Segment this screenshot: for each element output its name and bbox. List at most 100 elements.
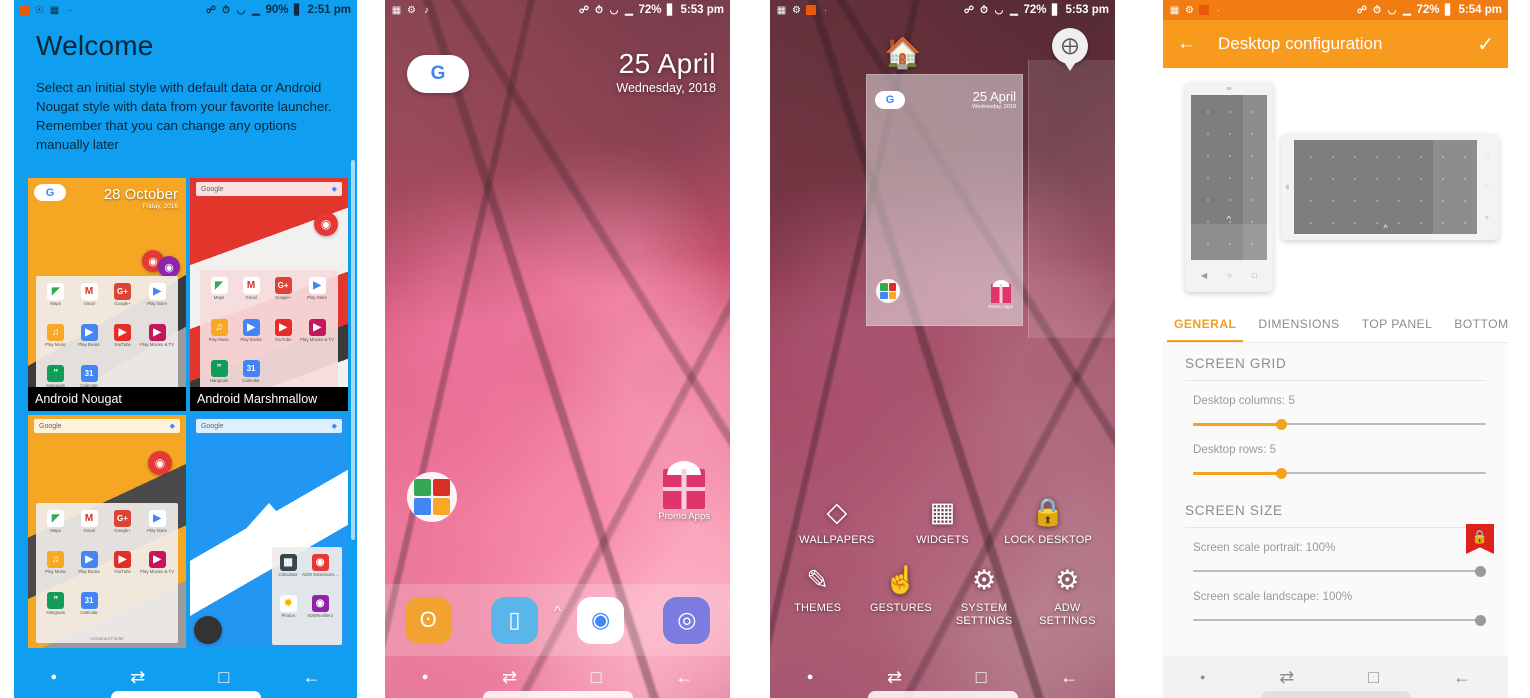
welcome-body: Select an initial style with default dat…	[36, 80, 332, 152]
screen-scale-portrait-slider[interactable]	[1193, 565, 1486, 577]
more-dots-icon: ··	[66, 5, 73, 15]
google-pill-icon: G	[34, 184, 66, 201]
desktop-columns-slider[interactable]	[1193, 418, 1486, 430]
gesture-pill	[482, 691, 633, 698]
google-g-icon: G	[430, 63, 446, 84]
date-widget[interactable]: 25 April Wednesday, 2018	[616, 48, 716, 95]
landscape-edge-margin	[1433, 140, 1477, 234]
home-square-icon[interactable]: □	[976, 668, 987, 686]
status-bar-1: ☉ ▦ ·· ☍ ⏱ ◡ ▁ 90% ▋ 2:51 pm	[14, 0, 357, 20]
alarm-icon: ⏱	[980, 4, 988, 16]
orange-square-icon	[806, 5, 816, 15]
slider-thumb[interactable]	[1475, 566, 1486, 577]
page-preview-card[interactable]: G 25 April Wednesday, 2018 Promo Apps	[866, 74, 1023, 326]
desktop-rows-slider[interactable]	[1193, 467, 1486, 479]
tab-bottom-panel[interactable]: BOTTOM PA	[1443, 306, 1508, 342]
recents-dot-icon[interactable]: ●	[1200, 672, 1205, 682]
quick-action-themes[interactable]: ✎ THEMES	[781, 561, 855, 615]
panel-homescreen: ▦ ⚙ ♪ ☍ ⏱ ◡ ▁ 72% ▋ 5:53 pm G 25 April W…	[385, 0, 730, 698]
chrome-icon[interactable]: ◉	[577, 596, 625, 644]
gmail-icon: M	[242, 277, 260, 294]
style-card-marshmallow[interactable]: Google ◆ ◉ ◤ Maps M Gmail G+ Google+ ▶ Play …	[190, 178, 348, 411]
promo-apps-shortcut[interactable]: Promo Apps	[658, 461, 710, 522]
recents-dot-icon[interactable]: ●	[51, 671, 58, 683]
set-home-button[interactable]: 🏠	[884, 36, 921, 71]
welcome-block: Welcome Select an initial style with def…	[36, 30, 339, 154]
recents-dot-icon[interactable]: ●	[422, 671, 429, 683]
slider-thumb[interactable]	[1275, 419, 1287, 430]
gmail-icon	[433, 479, 450, 496]
style-card-4[interactable]: Google ◆ ▦ Calculator ◉ ADW Extensions... …	[190, 415, 348, 648]
mini-app: ▶ Play Books	[73, 324, 104, 363]
mini-app: ◤ Maps	[40, 283, 71, 322]
multiwindow-icon[interactable]: ⇄	[1279, 668, 1294, 686]
quick-action-widgets[interactable]: ▦ WIDGETS	[898, 493, 986, 547]
playbooks-icon: ▶	[80, 324, 98, 341]
google-search-pill[interactable]: G	[407, 55, 469, 93]
app-folder-icon[interactable]	[407, 472, 457, 522]
back-arrow-icon[interactable]: ←	[1060, 668, 1078, 686]
back-arrow-icon[interactable]: ←	[302, 668, 320, 686]
section-heading: SCREEN SIZE	[1185, 503, 1486, 528]
quick-action-gestures[interactable]: ☝ GESTURES	[864, 561, 938, 615]
google-search-bar[interactable]: Google ◆	[34, 419, 180, 433]
status-bar-3: ▦ ⚙ · ☍ ⏱ ◡ ▁ 72% ▋ 5:53 pm	[770, 0, 1115, 20]
playmusic-icon: ♫	[47, 324, 65, 341]
card-date-block: 28 October Friday, 2016	[104, 186, 178, 210]
quick-action-adw-settings[interactable]: ⚙ ADW SETTINGS	[1030, 561, 1104, 628]
mini-app: ▶ Play Movies & TV	[140, 551, 174, 590]
back-arrow-icon[interactable]: ←	[1177, 33, 1196, 55]
recents-dot-icon[interactable]: ●	[807, 671, 814, 683]
quick-action-system-settings[interactable]: ⚙ SYSTEM SETTINGS	[947, 561, 1021, 628]
add-page-button[interactable]: ⨁	[1052, 28, 1088, 64]
phone-portrait-mockup[interactable]: ^ ◀ ○ □	[1185, 82, 1273, 292]
check-icon[interactable]: ✓	[1477, 32, 1494, 57]
scrollbar[interactable]	[351, 160, 355, 540]
camera-icon[interactable]: ◎	[663, 596, 711, 644]
multiwindow-icon[interactable]: ⇄	[887, 668, 902, 686]
page-preview-card-next[interactable]	[1028, 60, 1115, 338]
home-square-icon[interactable]: □	[1368, 668, 1379, 686]
quick-action-lock-desktop[interactable]: 🔒 LOCK DESKTOP	[1004, 493, 1092, 547]
slider-thumb[interactable]	[1275, 468, 1287, 479]
multiwindow-icon[interactable]: ⇄	[502, 668, 517, 686]
slider-thumb[interactable]	[1475, 615, 1486, 626]
mini-app: ▶ Play Books	[236, 318, 266, 359]
dock-2: ʘ ▯ ◉ ◎	[385, 584, 730, 656]
google-search-bar[interactable]: Google ◆	[196, 182, 342, 196]
settings-content[interactable]: SCREEN GRID Desktop columns: 5 Desktop r…	[1163, 342, 1508, 656]
tab-general[interactable]: GENERAL	[1163, 306, 1247, 342]
signal-icon: ▁	[625, 4, 633, 16]
quick-action-label: THEMES	[794, 602, 842, 614]
nav-bar-3: ● ⇄ □ ←	[770, 656, 1115, 698]
quick-action-wallpapers[interactable]: ◇ WALLPAPERS	[793, 493, 881, 547]
multiwindow-icon[interactable]: ⇄	[130, 668, 145, 686]
settings-icon: ⚙	[1185, 4, 1194, 16]
home-square-icon[interactable]: □	[591, 668, 602, 686]
google-search-bar[interactable]: Google ◆	[196, 419, 342, 433]
folder-footer: Unnamed Folder	[90, 636, 124, 641]
status-bar-2: ▦ ⚙ ♪ ☍ ⏱ ◡ ▁ 72% ▋ 5:53 pm	[385, 0, 730, 20]
messages-icon[interactable]: ▯	[490, 596, 538, 644]
mic-icon: ◆	[331, 186, 337, 193]
alarm-icon: ⏱	[222, 4, 230, 16]
screen-scale-landscape-slider[interactable]	[1193, 614, 1486, 626]
contacts-icon[interactable]: ʘ	[404, 596, 452, 644]
preview-weekday: Wednesday, 2018	[972, 104, 1016, 110]
tab-top-panel[interactable]: TOP PANEL	[1351, 306, 1444, 342]
nav-bar-1: ● ⇄ □ ←	[14, 656, 357, 698]
control-scale-landscape: Screen scale landscape: 100%	[1163, 577, 1508, 626]
back-arrow-icon[interactable]: ←	[675, 668, 693, 686]
recents-square-icon: □	[1252, 270, 1257, 280]
back-arrow-icon[interactable]: ←	[1453, 668, 1471, 686]
googleplus-icon: G+	[113, 283, 131, 300]
mini-app: M Gmail	[73, 510, 104, 549]
settings-tabs: GENERAL DIMENSIONS TOP PANEL BOTTOM PA	[1163, 306, 1508, 343]
style-card-3[interactable]: Google ◆ ◉ ◤ Maps M Gmail G+ Google+ ▶ Play …	[28, 415, 186, 648]
mini-app: ♫ Play Music	[204, 318, 234, 359]
slider-fill	[1193, 423, 1281, 426]
home-square-icon[interactable]: □	[218, 668, 229, 686]
phone-landscape-mockup[interactable]: ^ □ ○ ▼	[1281, 134, 1499, 240]
tab-dimensions[interactable]: DIMENSIONS	[1247, 306, 1350, 342]
style-card-nougat[interactable]: G 28 October Friday, 2016 ◉ ◉ ◤ Maps M Gma…	[28, 178, 186, 411]
